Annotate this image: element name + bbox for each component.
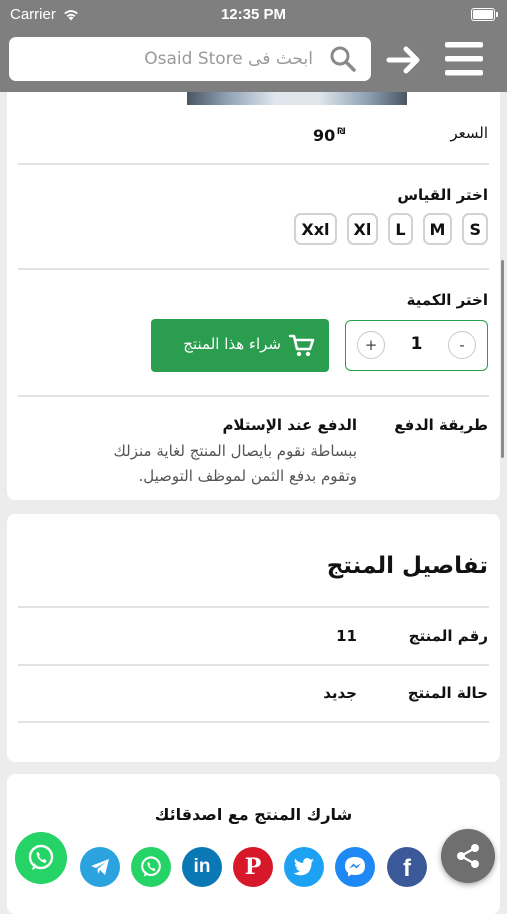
quantity-label: اختر الكمية (406, 291, 488, 309)
currency-symbol: ₪ (337, 127, 346, 137)
price-value: 90 ₪ (313, 126, 345, 145)
linkedin-icon: in (193, 856, 211, 877)
size-options: Xxl Xl L M S (294, 213, 488, 245)
telegram-share-button[interactable] (80, 847, 120, 887)
divider (18, 163, 489, 165)
divider (18, 395, 489, 397)
cart-icon (289, 334, 315, 357)
pinterest-icon: P (244, 854, 262, 880)
facebook-icon: f (403, 855, 411, 882)
divider (18, 664, 489, 666)
divider (18, 721, 489, 723)
buy-product-button[interactable]: شراء هذا المنتج (151, 319, 329, 372)
share-title: شارك المنتج مع اصدقائك (154, 805, 353, 824)
floating-share-button[interactable] (441, 829, 495, 883)
payment-description-line-2: وتقوم بدفع الثمن لموظف التوصيل. (138, 467, 357, 485)
whatsapp-icon (141, 856, 161, 877)
share-icon (457, 844, 479, 868)
search-input[interactable]: ابحث فى Osaid Store (9, 37, 371, 81)
whatsapp-share-button[interactable] (131, 847, 171, 887)
size-option-m[interactable]: M (422, 213, 453, 245)
share-card (7, 774, 500, 914)
whatsapp-icon (28, 844, 54, 870)
details-title: تفاصيل المنتج (326, 553, 488, 579)
price-number: 90 (313, 126, 336, 145)
telegram-icon (91, 859, 109, 875)
forward-arrow-icon[interactable] (386, 42, 422, 78)
whatsapp-share-button-large[interactable] (15, 832, 67, 884)
top-navigation-bar: ابحث فى Osaid Store (0, 30, 507, 92)
search-placeholder: ابحث فى Osaid Store (144, 49, 313, 69)
menu-icon[interactable] (444, 40, 484, 78)
search-icon (330, 46, 356, 72)
quantity-stepper: + 1 - (345, 320, 488, 371)
quantity-minus-button[interactable]: - (448, 331, 476, 359)
buy-button-label: شراء هذا المنتج (183, 335, 281, 353)
product-number-label: رقم المنتج (408, 627, 488, 645)
size-label: اختر القياس (397, 186, 488, 204)
linkedin-share-button[interactable]: in (182, 847, 222, 887)
product-number-value: 11 (336, 627, 357, 645)
twitter-share-button[interactable] (284, 847, 324, 887)
product-image (187, 92, 407, 112)
payment-method: الدفع عند الإستلام (222, 416, 357, 434)
product-condition-label: حالة المنتج (407, 684, 488, 702)
pinterest-share-button[interactable]: P (233, 847, 273, 887)
messenger-icon (345, 857, 365, 877)
status-bar: Carrier 12:35 PM (0, 0, 507, 30)
status-time: 12:35 PM (220, 6, 287, 23)
price-label: السعر (450, 124, 488, 142)
size-option-l[interactable]: L (388, 213, 413, 245)
size-option-s[interactable]: S (462, 213, 488, 245)
facebook-share-button[interactable]: f (387, 847, 427, 887)
product-condition-value: جديد (323, 684, 357, 702)
divider (18, 606, 489, 608)
twitter-icon (293, 858, 314, 876)
size-option-xl[interactable]: Xl (346, 213, 379, 245)
payment-description-line-1: ببساطة نقوم بايصال المنتج لغاية منزلك (113, 442, 357, 460)
payment-label: طريقة الدفع (394, 416, 488, 434)
size-option-xxl[interactable]: Xxl (294, 213, 337, 245)
messenger-share-button[interactable] (335, 847, 375, 887)
divider (18, 268, 489, 270)
battery-icon (471, 8, 498, 21)
scrollbar-thumb[interactable] (501, 260, 504, 458)
